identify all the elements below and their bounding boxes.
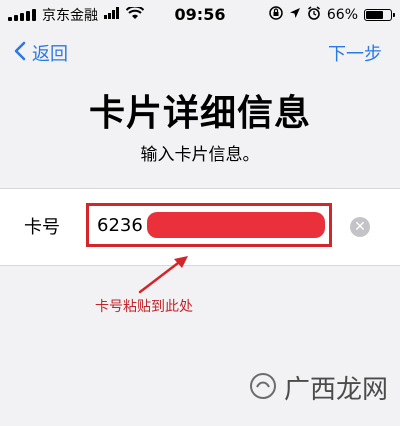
next-button[interactable]: 下一步 (328, 40, 382, 66)
back-label: 返回 (32, 44, 68, 65)
card-number-value: 6236 (97, 214, 143, 236)
annotation-label: 卡号粘贴到此处 (95, 299, 193, 315)
page-title: 卡片详细信息 (88, 93, 311, 134)
annotation-arrow (130, 248, 200, 302)
clear-icon: ✕ (354, 219, 366, 235)
watermark: 广西龙网 (248, 369, 388, 406)
battery-icon (364, 9, 395, 21)
card-number-label: 卡号 (24, 217, 60, 238)
battery-fill (366, 11, 384, 19)
card-form-panel: 卡号 6236 ✕ (0, 188, 400, 266)
alarm-icon (307, 6, 321, 24)
redaction-mark (147, 212, 325, 238)
battery-percent: 66% (326, 7, 358, 23)
page-subtitle: 输入卡片信息。 (140, 145, 260, 165)
location-icon (289, 7, 301, 23)
back-button[interactable]: 返回 (14, 40, 68, 66)
clear-button[interactable]: ✕ (350, 217, 370, 237)
orientation-lock-icon (269, 6, 283, 24)
status-bar-right: 66% (269, 5, 395, 25)
logo-icon (248, 371, 278, 405)
chevron-left-icon (14, 41, 26, 66)
card-number-input[interactable]: 6236 (86, 203, 332, 247)
status-bar: 京东金融 09:56 66% (0, 0, 400, 30)
watermark-text: 广西龙网 (283, 375, 388, 405)
